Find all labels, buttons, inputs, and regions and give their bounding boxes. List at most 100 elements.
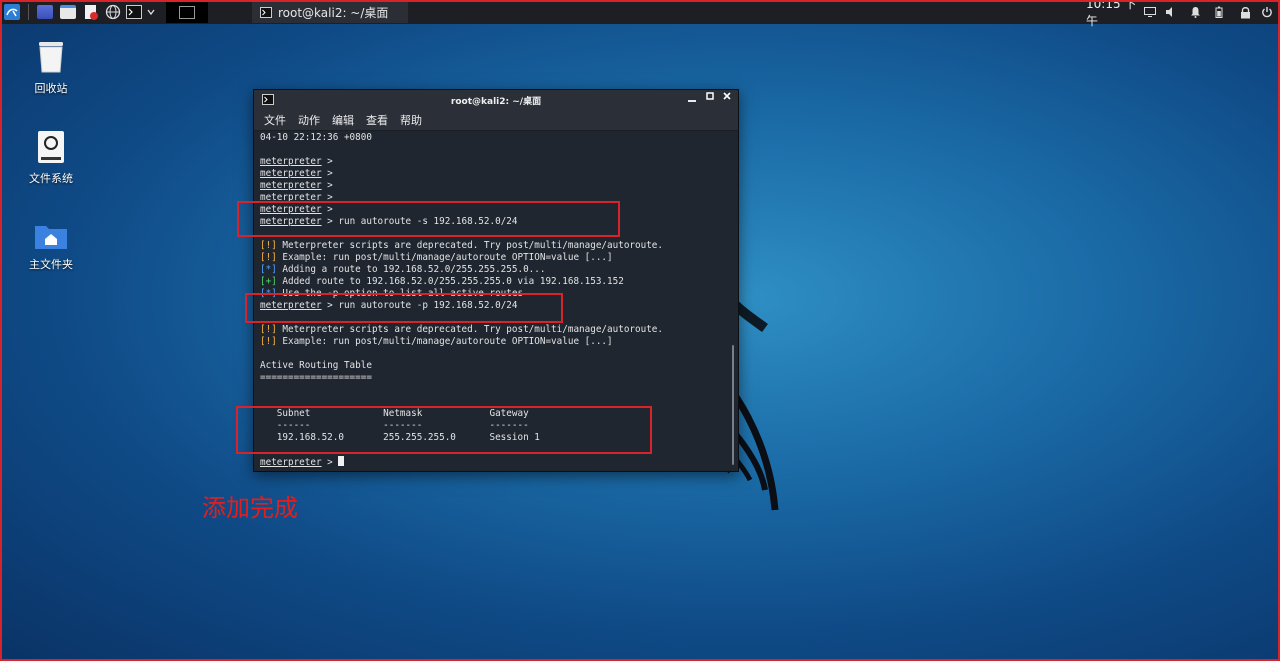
workspace-switcher[interactable] — [166, 1, 208, 23]
clock-text: 10:15 下午 — [1086, 0, 1137, 28]
terminal-line: [!] Example: run post/multi/manage/autor… — [260, 336, 728, 348]
menu-file[interactable]: 文件 — [264, 112, 286, 128]
maximize-icon — [706, 92, 714, 100]
terminal-line: 192.168.52.0 255.255.255.0 Session 1 — [260, 432, 728, 444]
lock-screen-button[interactable] — [1237, 2, 1253, 22]
line-text: Example: run post/multi/manage/autoroute… — [276, 336, 613, 347]
file-manager-launcher[interactable] — [59, 2, 77, 22]
line-text: > — [321, 168, 333, 179]
battery-icon — [1215, 6, 1223, 18]
line-text: > — [321, 156, 333, 167]
line-text: > — [321, 192, 333, 203]
line-text: > — [321, 457, 339, 467]
terminal-line: [!] Meterpreter scripts are deprecated. … — [260, 324, 728, 336]
terminal-scrollbar[interactable] — [732, 345, 734, 465]
desktop-icon-home[interactable]: 主文件夹 — [11, 222, 91, 272]
terminal-icon — [260, 6, 272, 18]
line-text: Meterpreter scripts are deprecated. Try … — [276, 324, 664, 335]
line-text: > run autoroute -s 192.168.52.0/24 — [321, 216, 518, 227]
minimize-button[interactable] — [688, 92, 696, 106]
terminal-titlebar[interactable]: root@kali2: ~/桌面 — [254, 90, 738, 110]
terminal-line: meterpreter > run autoroute -s 192.168.5… — [260, 216, 728, 228]
desktop-icon-trash[interactable]: 回收站 — [11, 40, 91, 96]
line-text: Active Routing Table — [260, 360, 372, 371]
terminal-window[interactable]: root@kali2: ~/桌面 文件 动作 编辑 查看 帮助 04-10 22… — [253, 89, 739, 472]
line-text: ==================== — [260, 372, 372, 383]
terminal-line: [+] Added route to 192.168.52.0/255.255.… — [260, 276, 728, 288]
status-tag: [*] — [260, 264, 277, 275]
terminal-line: 04-10 22:12:36 +0800 — [260, 132, 728, 144]
close-button[interactable] — [723, 92, 731, 103]
line-text: Use the -p option to list all active rou… — [276, 288, 524, 299]
desktop-icon-label: 回收站 — [34, 82, 68, 95]
maximize-button[interactable] — [706, 92, 714, 103]
battery-tray-button[interactable] — [1212, 2, 1226, 22]
line-text: 04-10 22:12:36 +0800 — [260, 132, 372, 143]
display-tray-button[interactable] — [1143, 2, 1157, 22]
terminal-menubar: 文件 动作 编辑 查看 帮助 — [254, 110, 738, 131]
kali-menu-button[interactable] — [2, 2, 22, 22]
text-editor-icon — [85, 5, 98, 20]
power-button[interactable] — [1259, 2, 1275, 22]
clock[interactable]: 10:15 下午 — [1086, 0, 1140, 28]
desktop-icon-filesystem[interactable]: 文件系统 — [11, 130, 91, 186]
line-text: > — [321, 180, 333, 191]
close-icon — [723, 92, 731, 100]
terminal-line: Subnet Netmask Gateway — [260, 408, 728, 420]
top-panel: root@kali2: ~/桌面 10:15 下午 — [0, 0, 1280, 28]
meterpreter-prompt: meterpreter — [260, 192, 322, 203]
home-folder-icon — [35, 226, 67, 249]
meterpreter-prompt: meterpreter — [260, 204, 322, 215]
annotation-text: 添加完成 — [202, 494, 298, 522]
taskbar-terminal-window[interactable]: root@kali2: ~/桌面 — [252, 1, 408, 23]
terminal-icon — [126, 5, 142, 19]
browser-launcher[interactable] — [104, 2, 122, 22]
meterpreter-prompt: meterpreter — [260, 457, 322, 467]
show-desktop-button[interactable] — [36, 2, 54, 22]
meterpreter-prompt: meterpreter — [260, 180, 322, 191]
taskbar-window-title: root@kali2: ~/桌面 — [278, 5, 389, 20]
meterpreter-prompt: meterpreter — [260, 156, 322, 167]
line-text: > run autoroute -p 192.168.52.0/24 — [321, 300, 518, 311]
menu-help[interactable]: 帮助 — [400, 112, 422, 128]
meterpreter-prompt: meterpreter — [260, 300, 322, 311]
line-text: Adding a route to 192.168.52.0/255.255.2… — [276, 264, 546, 275]
terminal-line: ==================== — [260, 372, 728, 384]
globe-icon — [105, 4, 121, 20]
status-tag: [*] — [260, 288, 277, 299]
workspace-1[interactable] — [179, 5, 195, 19]
text-editor-launcher[interactable] — [82, 2, 100, 22]
notifications-tray-button[interactable] — [1188, 2, 1202, 22]
speaker-icon — [1166, 7, 1172, 17]
menu-edit[interactable]: 编辑 — [332, 112, 354, 128]
line-text: Example: run post/multi/manage/autoroute… — [276, 252, 613, 263]
status-tag: [!] — [260, 240, 277, 251]
trash-icon — [39, 42, 63, 73]
terminal-line: Active Routing Table — [260, 360, 728, 372]
terminal-line: [!] Meterpreter scripts are deprecated. … — [260, 240, 728, 252]
terminal-window-title: root@kali2: ~/桌面 — [450, 96, 542, 107]
terminal-line: meterpreter > — [260, 156, 728, 168]
terminal-launcher[interactable] — [125, 2, 143, 22]
terminal-line: meterpreter > — [260, 180, 728, 192]
menu-actions[interactable]: 动作 — [298, 112, 320, 128]
line-text: > — [321, 204, 333, 215]
drive-icon — [38, 131, 64, 163]
kali-logo-icon — [4, 4, 20, 20]
launcher-dropdown[interactable] — [144, 2, 158, 22]
menu-view[interactable]: 查看 — [366, 112, 388, 128]
power-icon — [1262, 7, 1272, 18]
status-tag: [!] — [260, 324, 277, 335]
line-text: Meterpreter scripts are deprecated. Try … — [276, 240, 664, 251]
terminal-output[interactable]: 04-10 22:12:36 +0800 meterpreter > meterpr… — [260, 132, 728, 467]
minimize-icon — [688, 100, 696, 102]
volume-tray-button[interactable] — [1164, 2, 1178, 22]
lock-icon — [1240, 6, 1250, 18]
status-tag: [+] — [260, 276, 277, 287]
terminal-line: meterpreter > run autoroute -p 192.168.5… — [260, 300, 728, 312]
terminal-line: meterpreter > — [260, 168, 728, 180]
